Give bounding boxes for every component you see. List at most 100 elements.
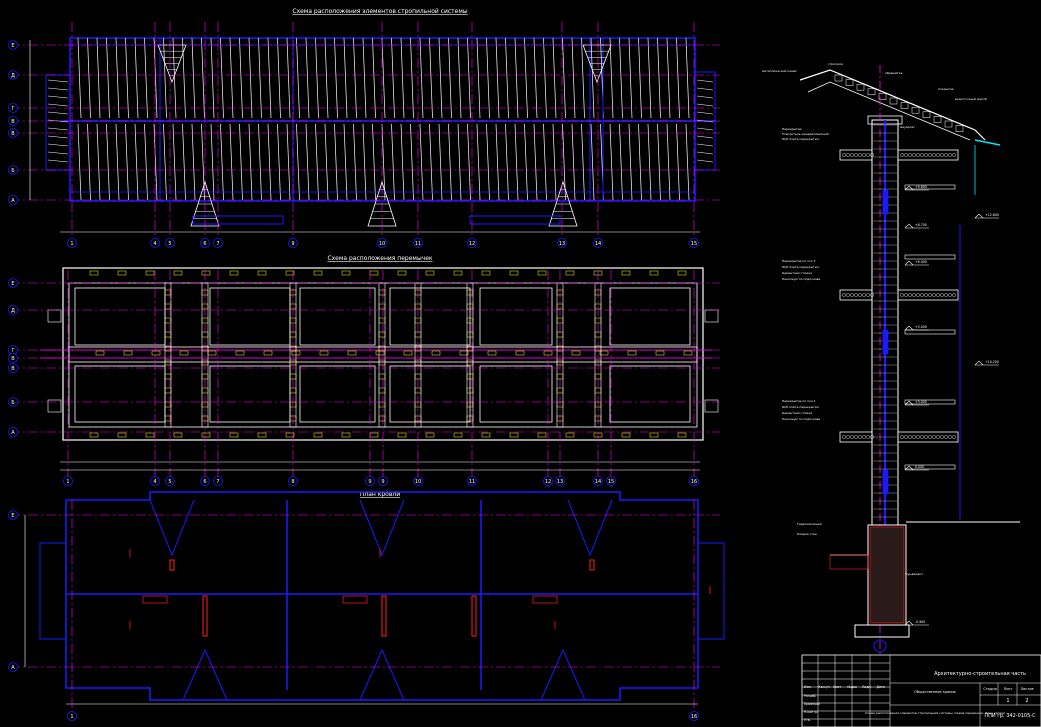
plan2-room: [609, 287, 691, 346]
rafter: [134, 123, 139, 201]
rafter: [77, 123, 82, 201]
rafter: [410, 123, 414, 201]
roof-valley: [567, 499, 613, 557]
slab-void: [854, 435, 858, 439]
slab-void: [916, 153, 920, 157]
plan1-axis-markers: 1 4 5 6 7 9 10 11 12 13 14 15: [60, 22, 700, 248]
rafter: [277, 123, 281, 201]
lintel-mark: [117, 270, 127, 276]
rafter: [391, 37, 395, 119]
plan2-room: [209, 287, 291, 346]
plan2-axis-label: 10: [415, 479, 421, 485]
rafter: [628, 37, 633, 119]
slab-void: [900, 435, 904, 439]
window-frame: [882, 189, 889, 215]
lintel-mark: [263, 350, 273, 356]
title-block-role: Подп.: [862, 685, 872, 689]
window-sill: [904, 329, 956, 335]
lintel-mark: [257, 270, 267, 276]
rafter: [505, 37, 509, 119]
lintel-mark: [207, 350, 217, 356]
rafter: [163, 123, 167, 201]
rafter: [495, 37, 500, 119]
level-marker: [974, 213, 984, 219]
section-callout: Ж/б плита перекрытия: [782, 137, 819, 141]
rafter: [182, 123, 186, 201]
level-marker: [904, 400, 914, 406]
slab-void: [866, 153, 870, 157]
roof-drain: [471, 595, 477, 637]
rafter: [296, 37, 300, 119]
porch-rafter: [47, 79, 69, 83]
rafter: [87, 37, 91, 119]
slope-label-box: [142, 595, 168, 604]
rafter: [448, 123, 452, 201]
rafter: [590, 37, 595, 119]
section-callout: Кладка стен: [797, 532, 817, 536]
slab-void: [846, 435, 850, 439]
lintel-mark: [537, 270, 547, 276]
slab-void: [854, 293, 858, 297]
porch-rafter: [696, 151, 714, 155]
slab-void: [940, 435, 944, 439]
rafter: [106, 123, 110, 201]
rafter: [676, 37, 680, 119]
lintel-mark: [229, 270, 239, 276]
sheet-label: Лист: [1004, 687, 1013, 691]
plan2-axis-label: 11: [469, 479, 475, 485]
slab-left: [839, 431, 873, 443]
plan1-axis-label: 13: [559, 241, 565, 247]
lintel-mark: [347, 350, 357, 356]
rafter: [372, 123, 376, 201]
rafter: [125, 123, 129, 201]
sheets-label: Листов: [1020, 687, 1033, 691]
plan2-room: [389, 365, 471, 423]
plan2-axis-label: 4: [153, 479, 156, 485]
slab-void: [940, 153, 944, 157]
rafter: [229, 37, 234, 119]
slab-void: [900, 293, 904, 297]
plan1-axis-label: 12: [469, 241, 475, 247]
rafter: [429, 37, 433, 119]
slope-label-box: [532, 595, 558, 604]
section-callout: Перекрытие: [782, 127, 802, 131]
lintel-mark: [571, 350, 581, 356]
plan3-axis-label: 16: [691, 714, 697, 720]
batten: [889, 97, 898, 105]
plan3-row-markers: ЕА: [8, 510, 720, 672]
slab-void: [858, 153, 862, 157]
plan2-room: [479, 287, 553, 346]
window-sill: [904, 464, 956, 470]
rafter: [628, 123, 633, 201]
rafter: [125, 37, 129, 119]
rafter: [581, 37, 585, 119]
rafter: [210, 123, 215, 201]
slab-void: [866, 293, 870, 297]
plan2-row-label: А: [11, 430, 15, 436]
slab-void: [862, 435, 866, 439]
floor-slabs: [839, 124, 961, 520]
plan1-axis-label: 10: [379, 241, 385, 247]
rafter: [467, 37, 471, 119]
title-block-role: Проверил: [804, 702, 820, 706]
lintel-mark: [621, 432, 631, 438]
batten: [845, 79, 854, 86]
rafter: [96, 123, 101, 201]
plan3-axis-label: 1: [70, 714, 73, 720]
window-sill: [904, 399, 956, 405]
plan-lintels: Схема расположения перемычек 1 4 5 6 7 8 9 9 10 1…: [8, 255, 720, 486]
level-value: +6.000: [915, 260, 927, 264]
rafter: [220, 37, 224, 119]
batten: [955, 125, 964, 132]
slab-void: [952, 435, 956, 439]
truss-symbols: [157, 44, 612, 227]
section-callout: стропила: [828, 62, 843, 66]
rafter: [381, 123, 386, 201]
slab-void: [846, 153, 850, 157]
level-marker: [904, 465, 914, 471]
porch-rafter: [47, 159, 69, 163]
plan2-porch-mark: [704, 309, 719, 323]
rafter: [552, 37, 557, 119]
rafter: [514, 123, 519, 201]
rafter: [666, 123, 671, 201]
